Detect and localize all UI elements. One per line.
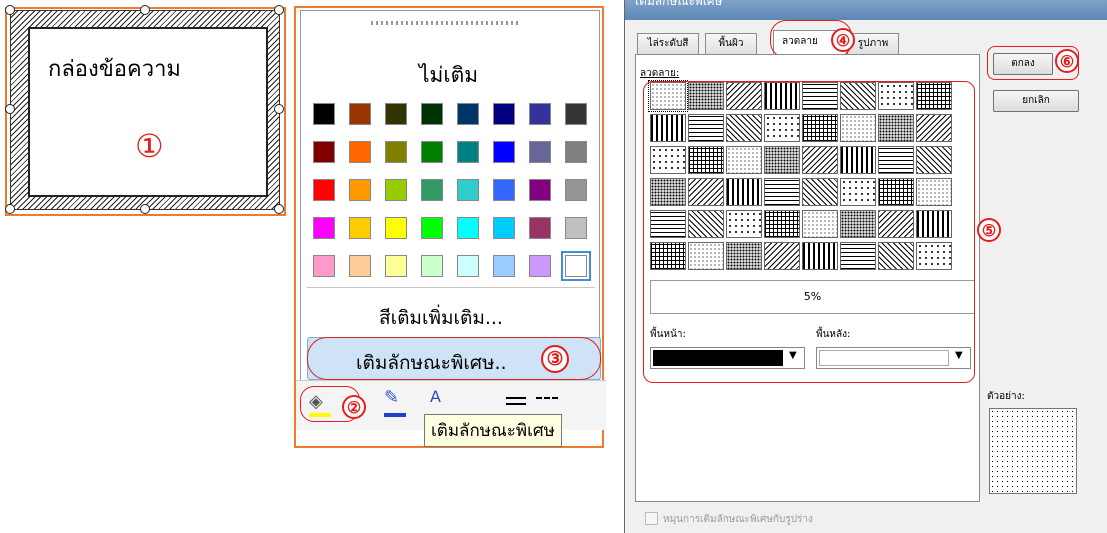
- color-swatch[interactable]: [385, 179, 407, 201]
- fill-color-bar: [309, 413, 331, 417]
- color-swatch[interactable]: [457, 179, 479, 201]
- color-swatch[interactable]: [529, 141, 551, 163]
- dash-style-icon[interactable]: [536, 397, 558, 405]
- tab-gradient[interactable]: ไล่ระดับสี: [637, 33, 699, 54]
- dialog-titlebar: เติมลักษณะพิเศษ: [625, 0, 1107, 20]
- color-swatch[interactable]: [313, 255, 335, 277]
- rotate-checkbox-label: หมุนการเติมลักษณะพิเศษกับรูปร่าง: [663, 514, 813, 525]
- textbox-text[interactable]: กล่องข้อความ: [48, 51, 181, 86]
- color-swatch[interactable]: [349, 179, 371, 201]
- menu-grip: [371, 21, 521, 25]
- resize-handle[interactable]: [140, 204, 150, 214]
- annotation-marker-1: ①: [135, 127, 164, 165]
- tab-panel: ลวดลาย: 5% พื้นหน้า: พื้นหลัง: ▼ ▼: [635, 54, 980, 502]
- color-swatch[interactable]: [421, 141, 443, 163]
- color-swatch[interactable]: [565, 217, 587, 239]
- color-swatch[interactable]: [561, 251, 591, 281]
- resize-handle[interactable]: [5, 104, 15, 114]
- color-swatch[interactable]: [313, 141, 335, 163]
- font-color-icon[interactable]: A: [430, 387, 441, 406]
- color-swatch[interactable]: [457, 103, 479, 125]
- annotation-marker-6: ⑥: [1055, 49, 1079, 73]
- line-color-icon[interactable]: ✎: [384, 387, 399, 408]
- line-color-bar: [384, 413, 406, 417]
- color-swatch[interactable]: [313, 217, 335, 239]
- color-swatch[interactable]: [565, 179, 587, 201]
- annotation-marker-4: ④: [831, 28, 855, 52]
- color-swatch[interactable]: [385, 255, 407, 277]
- resize-handle[interactable]: [274, 5, 284, 15]
- fill-effects-dialog: เติมลักษณะพิเศษ ไล่ระดับสี พื้นผิว ลวดลา…: [624, 0, 1107, 533]
- color-swatch[interactable]: [493, 103, 515, 125]
- resize-handle[interactable]: [5, 204, 15, 214]
- resize-handle[interactable]: [274, 104, 284, 114]
- annotation-box-5: [643, 81, 975, 383]
- sample-preview: [989, 408, 1077, 494]
- color-swatch[interactable]: [529, 103, 551, 125]
- color-swatch[interactable]: [349, 255, 371, 277]
- line-style-icon[interactable]: [506, 397, 526, 405]
- color-swatch[interactable]: [529, 179, 551, 201]
- annotation-marker-3: ③: [541, 345, 569, 373]
- dialog-title: เติมลักษณะพิเศษ: [635, 0, 723, 8]
- color-swatch-grid: [313, 103, 593, 283]
- color-swatch[interactable]: [421, 179, 443, 201]
- color-swatch[interactable]: [457, 217, 479, 239]
- color-swatch[interactable]: [313, 179, 335, 201]
- color-swatch[interactable]: [457, 255, 479, 277]
- color-swatch[interactable]: [385, 103, 407, 125]
- color-swatch[interactable]: [313, 103, 335, 125]
- color-swatch[interactable]: [493, 217, 515, 239]
- sample-label: ตัวอย่าง:: [987, 391, 1025, 402]
- tab-picture[interactable]: รูปภาพ: [847, 33, 899, 54]
- color-swatch[interactable]: [493, 141, 515, 163]
- color-swatch[interactable]: [349, 103, 371, 125]
- more-colors-option[interactable]: สีเติมเพิ่มเติม...: [379, 303, 503, 333]
- menu-separator: [307, 287, 595, 288]
- color-swatch[interactable]: [421, 103, 443, 125]
- fill-color-menu: ไม่เติม สีเติมเพิ่มเติม... เติมลักษณะพิเ…: [300, 10, 601, 395]
- tooltip: เติมลักษณะพิเศษ: [424, 414, 562, 447]
- rotate-checkbox[interactable]: [645, 512, 658, 525]
- pattern-label: ลวดลาย:: [640, 68, 680, 79]
- color-swatch[interactable]: [565, 141, 587, 163]
- resize-handle[interactable]: [274, 204, 284, 214]
- color-swatch[interactable]: [421, 217, 443, 239]
- color-swatch[interactable]: [457, 141, 479, 163]
- color-swatch[interactable]: [529, 255, 551, 277]
- color-swatch[interactable]: [421, 255, 443, 277]
- annotation-marker-2: ②: [342, 395, 366, 419]
- color-swatch[interactable]: [493, 179, 515, 201]
- color-swatch[interactable]: [565, 103, 587, 125]
- color-swatch[interactable]: [349, 141, 371, 163]
- color-swatch[interactable]: [385, 217, 407, 239]
- color-swatch[interactable]: [385, 141, 407, 163]
- paint-bucket-icon: ◈: [309, 391, 323, 412]
- annotation-marker-5: ⑤: [977, 218, 1001, 242]
- resize-handle[interactable]: [140, 5, 150, 15]
- color-swatch[interactable]: [493, 255, 515, 277]
- resize-handle[interactable]: [5, 5, 15, 15]
- textbox[interactable]: กล่องข้อความ ①: [28, 27, 268, 197]
- color-swatch[interactable]: [529, 217, 551, 239]
- color-swatch[interactable]: [349, 217, 371, 239]
- cancel-button[interactable]: ยกเลิก: [993, 90, 1079, 112]
- tab-texture[interactable]: พื้นผิว: [705, 33, 757, 54]
- no-fill-option[interactable]: ไม่เติม: [419, 59, 478, 92]
